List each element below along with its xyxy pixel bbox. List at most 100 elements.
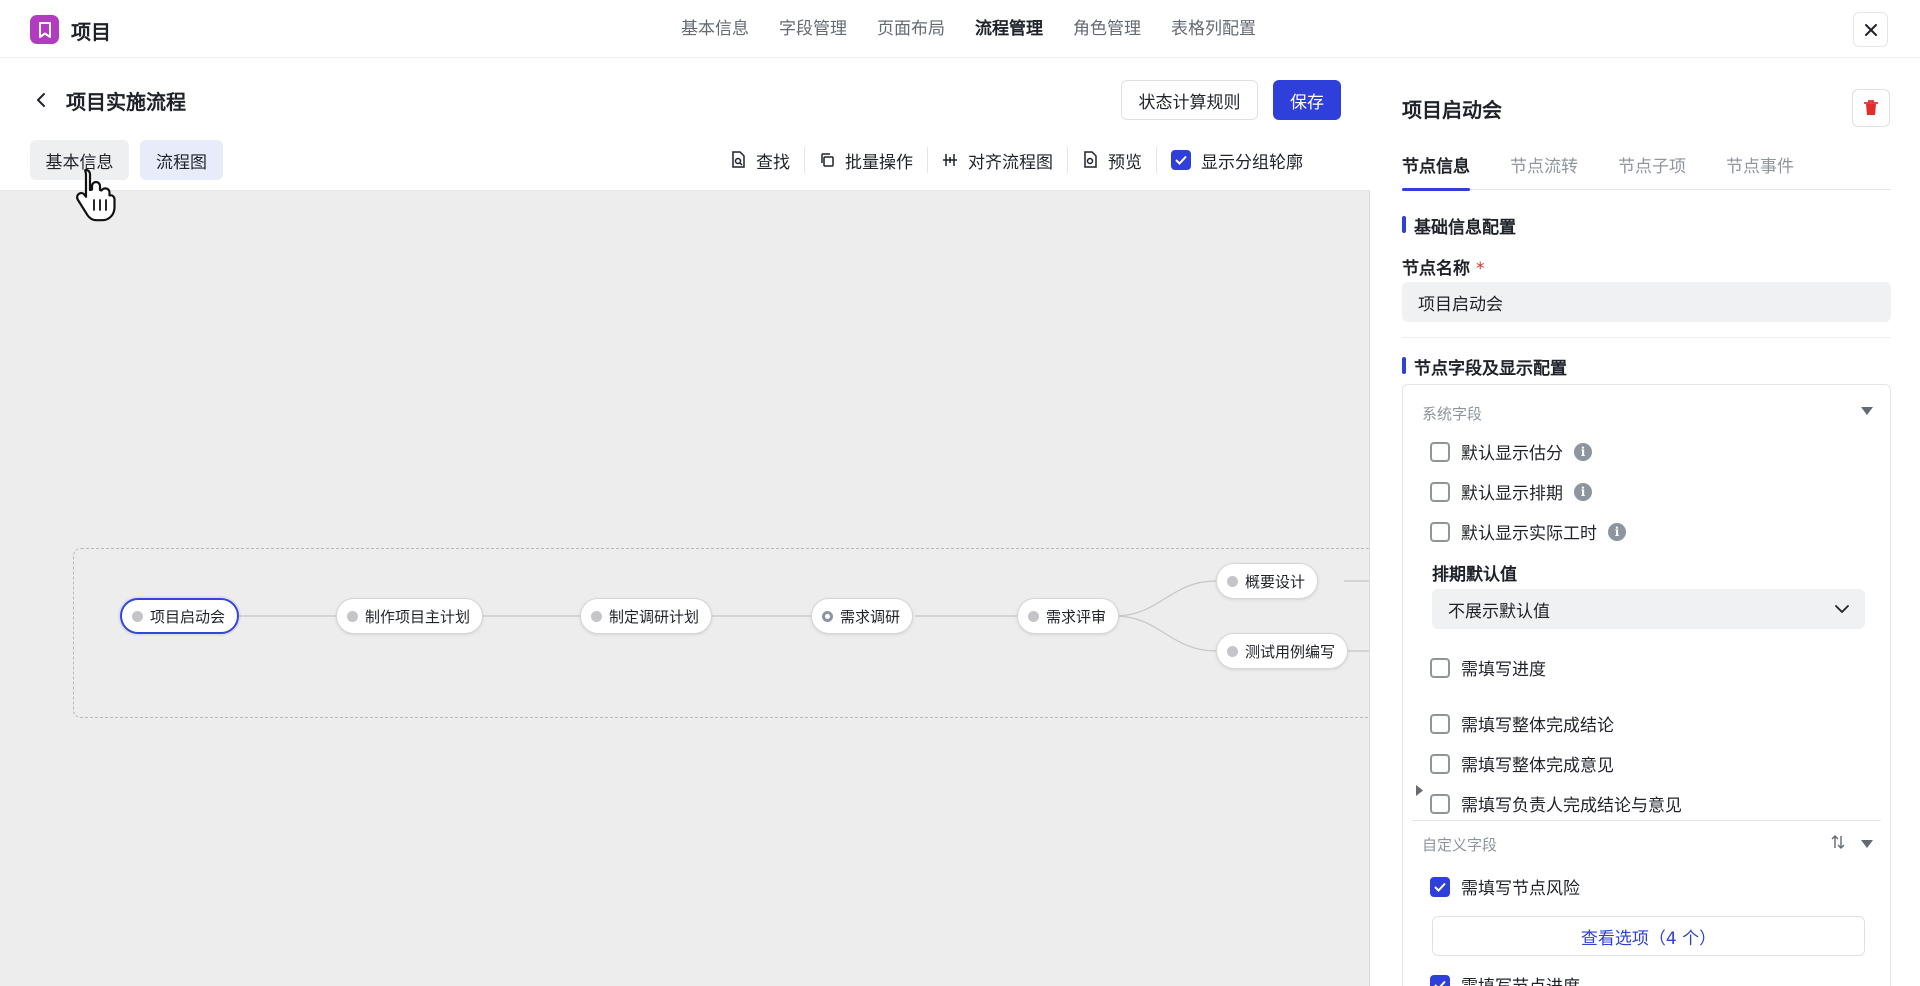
batch-operation-label: 批量操作 — [845, 152, 913, 173]
checkbox[interactable] — [1430, 793, 1450, 814]
nav-table-columns[interactable]: 表格列配置 — [1156, 0, 1271, 58]
batch-operation-button[interactable]: 批量操作 — [805, 148, 927, 173]
caret-down-icon[interactable] — [1861, 407, 1873, 415]
checkbox-label: 默认显示估分 — [1461, 444, 1563, 464]
align-icon — [943, 154, 957, 166]
checkbox-row[interactable]: 需填写进度 — [1430, 655, 1546, 680]
group-outline — [73, 548, 1369, 718]
preview-label: 预览 — [1108, 152, 1142, 173]
close-icon — [1864, 23, 1877, 36]
node-status-dot — [347, 610, 358, 622]
info-icon[interactable]: i — [1574, 482, 1592, 501]
sort-icon[interactable] — [1831, 835, 1845, 849]
checkbox-row[interactable]: 需填写节点进度 — [1430, 972, 1580, 986]
checkbox-row[interactable]: 默认显示估分 i — [1430, 439, 1592, 464]
checkbox-label: 需填写整体完成结论 — [1461, 716, 1614, 736]
checkbox[interactable] — [1430, 657, 1450, 678]
checkbox-row[interactable]: 需填写整体完成意见 — [1430, 751, 1614, 776]
align-flow-label: 对齐流程图 — [968, 152, 1053, 173]
checkbox-row[interactable]: 默认显示排期 i — [1430, 479, 1592, 504]
checkbox-label: 需填写进度 — [1461, 660, 1546, 680]
flow-node[interactable]: 测试用例编写 — [1216, 633, 1349, 669]
checkbox-label: 默认显示排期 — [1461, 484, 1563, 504]
nav-field-management[interactable]: 字段管理 — [764, 0, 862, 58]
checkbox-row[interactable]: 需填写节点风险 — [1430, 874, 1580, 899]
tab-node-events[interactable]: 节点事件 — [1726, 150, 1794, 190]
node-name-input[interactable]: 项目启动会 — [1402, 282, 1891, 322]
flow-toolbar: 查找 批量操作 对齐流程图 预览 显示分组轮廓 — [716, 140, 1317, 180]
tab-node-info[interactable]: 节点信息 — [1402, 150, 1470, 191]
required-mark: * — [1476, 259, 1485, 279]
flow-node[interactable]: 需求调研 — [811, 598, 914, 634]
section-divider — [1402, 337, 1891, 338]
hand-cursor-icon — [76, 168, 116, 222]
tab-node-transition[interactable]: 节点流转 — [1510, 150, 1578, 190]
checkbox-label: 需填写节点进度 — [1461, 972, 1580, 986]
bookmark-icon — [30, 15, 59, 44]
trash-icon — [1864, 100, 1878, 115]
node-label: 概要设计 — [1245, 572, 1306, 591]
close-button[interactable] — [1853, 12, 1888, 47]
copy-icon — [821, 153, 834, 167]
nav-flow-management[interactable]: 流程管理 — [960, 0, 1058, 58]
view-options-button[interactable]: 查看选项（4 个） — [1432, 916, 1865, 956]
nav-basic-info[interactable]: 基本信息 — [666, 0, 764, 58]
back-button[interactable] — [30, 88, 52, 112]
show-outline-label: 显示分组轮廓 — [1201, 152, 1303, 173]
align-flow-button[interactable]: 对齐流程图 — [928, 148, 1067, 173]
preview-button[interactable]: 预览 — [1068, 148, 1156, 173]
flow-node[interactable]: 制作项目主计划 — [336, 598, 484, 634]
expand-caret-icon[interactable] — [1416, 785, 1423, 796]
checkbox[interactable] — [1430, 441, 1450, 462]
checkbox[interactable] — [1430, 753, 1450, 774]
tab-node-subitems[interactable]: 节点子项 — [1618, 150, 1686, 190]
checkbox-label: 默认显示实际工时 — [1461, 524, 1597, 544]
top-nav: 基本信息 字段管理 页面布局 流程管理 角色管理 表格列配置 — [666, 0, 1271, 58]
schedule-default-select[interactable]: 不展示默认值 — [1432, 589, 1865, 629]
info-icon[interactable]: i — [1574, 442, 1592, 461]
node-status-dot — [132, 610, 143, 622]
node-label: 制定调研计划 — [609, 607, 700, 626]
checkbox-label: 需填写节点风险 — [1461, 879, 1580, 899]
show-outline-checkbox[interactable] — [1171, 150, 1191, 170]
chevron-left-icon — [37, 93, 45, 107]
checkbox[interactable] — [1430, 713, 1450, 734]
show-outline-toggle[interactable]: 显示分组轮廓 — [1157, 148, 1317, 173]
caret-down-icon[interactable] — [1861, 840, 1873, 848]
status-rules-button[interactable]: 状态计算规则 — [1121, 80, 1258, 120]
node-status-dot — [591, 610, 602, 622]
checkbox-row[interactable]: 默认显示实际工时 i — [1430, 519, 1626, 544]
flow-node[interactable]: 需求评审 — [1017, 598, 1120, 634]
delete-node-button[interactable] — [1852, 89, 1890, 127]
find-button[interactable]: 查找 — [716, 148, 804, 173]
find-label: 查找 — [756, 152, 790, 173]
flow-canvas[interactable]: 项目启动会 制作项目主计划 制定调研计划 需求调研 需求评审 概要设计 测试用例… — [0, 190, 1370, 986]
nav-page-layout[interactable]: 页面布局 — [862, 0, 960, 58]
checkbox[interactable] — [1430, 876, 1450, 897]
checkbox[interactable] — [1430, 974, 1450, 986]
flow-node[interactable]: 项目启动会 — [120, 598, 240, 634]
node-name-label: 节点名称 * — [1402, 254, 1485, 279]
checkbox[interactable] — [1430, 521, 1450, 542]
info-icon[interactable]: i — [1608, 522, 1626, 541]
tab-flowchart[interactable]: 流程图 — [140, 140, 223, 180]
chevron-down-icon — [1835, 605, 1849, 613]
checkbox-row[interactable]: 需填写整体完成结论 — [1430, 711, 1614, 736]
preview-icon — [1084, 151, 1097, 168]
node-status-dot — [822, 610, 833, 622]
top-bar: 项目 基本信息 字段管理 页面布局 流程管理 角色管理 表格列配置 — [0, 0, 1920, 58]
nav-role-management[interactable]: 角色管理 — [1058, 0, 1156, 58]
flow-node[interactable]: 概要设计 — [1216, 563, 1319, 599]
find-icon — [732, 151, 745, 168]
basic-config-section-title: 基础信息配置 — [1402, 213, 1516, 238]
flow-title: 项目实施流程 — [66, 90, 186, 114]
node-name-label-text: 节点名称 — [1402, 259, 1470, 279]
checkbox-row[interactable]: 需填写负责人完成结论与意见 — [1430, 791, 1682, 816]
flow-node[interactable]: 制定调研计划 — [580, 598, 713, 634]
node-status-dot — [1227, 645, 1238, 657]
system-fields-label: 系统字段 — [1422, 405, 1483, 423]
checkbox[interactable] — [1430, 481, 1450, 502]
field-config-section-title: 节点字段及显示配置 — [1402, 354, 1567, 379]
save-button[interactable]: 保存 — [1273, 80, 1341, 120]
checkbox-label: 需填写整体完成意见 — [1461, 756, 1614, 776]
